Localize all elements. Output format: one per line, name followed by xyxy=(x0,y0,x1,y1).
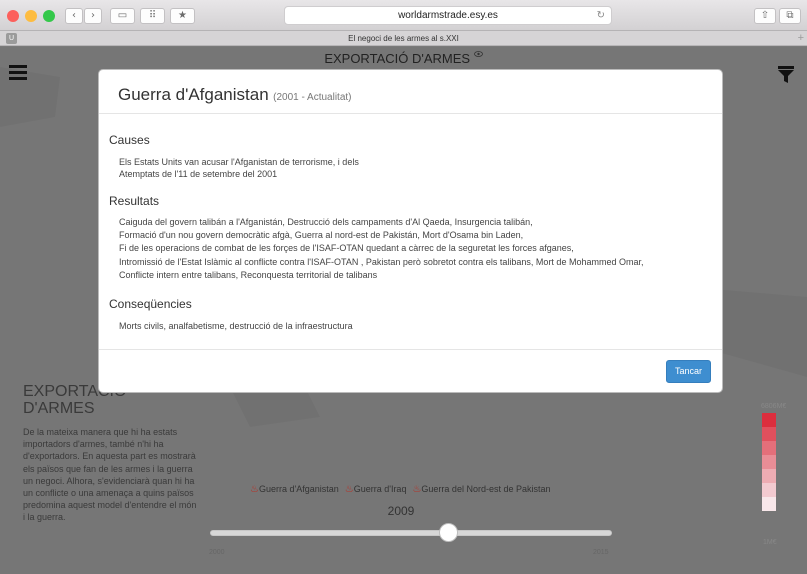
war-label: Guerra d'Iraq xyxy=(353,484,407,494)
war-label: Guerra d'Afganistan xyxy=(258,484,339,494)
bookmark-button[interactable]: ★ xyxy=(170,8,195,24)
legend-min-label: 1M€ xyxy=(763,539,777,546)
legend-swatch xyxy=(762,427,776,441)
year-label: 2009 xyxy=(387,504,415,518)
slider-min-label: 2000 xyxy=(209,549,225,556)
minimize-window-button[interactable] xyxy=(25,10,37,22)
legend-swatch xyxy=(762,483,776,497)
causes-heading: Causes xyxy=(109,133,150,147)
back-button[interactable]: ‹ xyxy=(65,8,83,24)
tab-title[interactable]: El negoci de les armes al s.XXI xyxy=(348,34,459,43)
eye-icon xyxy=(473,51,483,57)
url-text: worldarmstrade.esy.es xyxy=(398,10,498,21)
tab-bar: U El negoci de les armes al s.XXI + xyxy=(0,31,807,46)
result-line: Caiguda del govern talibán a l'Afganistá… xyxy=(119,217,533,227)
flame-icon: ♨ xyxy=(250,484,259,495)
result-line: Formació d'un nou govern democràtic afgà… xyxy=(119,230,524,240)
tabs-button[interactable]: ⧉ xyxy=(779,8,801,24)
war-link[interactable]: ♨Guerra del Nord-est de Pakistan xyxy=(412,484,551,495)
year-slider-track[interactable] xyxy=(210,530,612,536)
sidebar-button[interactable]: ▭ xyxy=(110,8,135,24)
consequence-line: Morts civils, analfabetisme, destrucció … xyxy=(119,321,353,331)
war-label: Guerra del Nord-est de Pakistan xyxy=(421,484,551,494)
legend-swatch xyxy=(762,469,776,483)
war-link[interactable]: ♨Guerra d'Iraq xyxy=(344,484,407,495)
filter-icon[interactable] xyxy=(778,66,794,83)
legend-swatch xyxy=(762,497,776,511)
result-line: Conflicte intern entre talibans, Reconqu… xyxy=(119,270,378,280)
modal-dates: (2001 - Actualitat) xyxy=(273,92,352,103)
results-heading: Resultats xyxy=(109,194,160,208)
modal-footer: Tancar xyxy=(99,349,722,393)
forward-button[interactable]: › xyxy=(84,8,102,24)
zoom-window-button[interactable] xyxy=(43,10,55,22)
legend-swatch xyxy=(762,413,776,427)
legend-swatch xyxy=(762,455,776,469)
address-bar[interactable]: worldarmstrade.esy.es ↻ xyxy=(284,6,612,25)
war-link[interactable]: ♨Guerra d'Afganistan xyxy=(250,484,339,495)
tab-favicon: U xyxy=(6,33,17,44)
close-button[interactable]: Tancar xyxy=(666,360,711,383)
share-button[interactable]: ⇧ xyxy=(754,8,776,24)
legend-swatch xyxy=(762,441,776,455)
legend-max-label: 6806M€ xyxy=(761,403,787,410)
close-window-button[interactable] xyxy=(7,10,19,22)
page-title: EXPORTACIÓ D'ARMES xyxy=(0,51,807,66)
war-list: ♨Guerra d'Afganistan ♨Guerra d'Iraq ♨Guerr… xyxy=(250,484,557,495)
modal-title: Guerra d'Afganistan xyxy=(118,85,269,104)
menu-icon[interactable] xyxy=(9,65,27,81)
consequences-heading: Conseqüencies xyxy=(109,297,192,311)
new-tab-button[interactable]: + xyxy=(798,31,804,46)
page-title-text: EXPORTACIÓ D'ARMES xyxy=(324,51,471,66)
result-line: Fi de les operacions de combat de les fo… xyxy=(119,243,574,253)
slider-max-label: 2015 xyxy=(593,549,609,556)
modal-header: Guerra d'Afganistan (2001 - Actualitat) xyxy=(99,70,722,114)
cause-line: Els Estats Units van acusar l'Afganistan… xyxy=(119,157,359,167)
year-slider-handle[interactable] xyxy=(439,523,458,542)
war-detail-modal: Guerra d'Afganistan (2001 - Actualitat) … xyxy=(98,69,723,393)
flame-icon: ♨ xyxy=(344,484,354,495)
browser-toolbar: ‹ › ▭ ⠿ ★ worldarmstrade.esy.es ↻ ⇧ ⧉ xyxy=(0,0,807,31)
reload-icon[interactable]: ↻ xyxy=(597,7,605,24)
result-line: Intromissió de l'Estat Islàmic al confli… xyxy=(119,257,644,267)
top-sites-button[interactable]: ⠿ xyxy=(140,8,165,24)
cause-line: Atemptats de l'11 de setembre del 2001 xyxy=(119,169,278,179)
